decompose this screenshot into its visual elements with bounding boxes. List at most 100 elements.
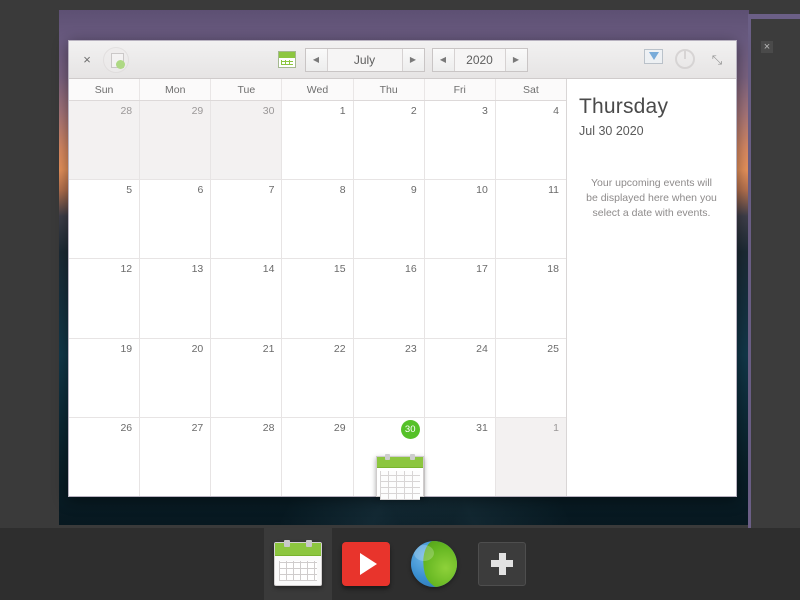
dock-item-browser[interactable] [400,528,468,600]
close-icon[interactable]: × [77,50,97,70]
calendar-week-row: 19 20 21 22 23 24 25 [69,338,566,418]
calendar-day-cell[interactable]: 18 [495,259,566,338]
calendar-day-number: 18 [547,263,559,276]
expand-icon[interactable]: ⤡ [706,49,728,71]
dock-item-calendar[interactable] [264,528,332,600]
calendar-day-cell[interactable]: 30 [211,101,283,180]
calendar-day-cell[interactable]: 11 [495,180,566,259]
calendar-day-number: 17 [476,263,488,276]
calendar-day-number: 12 [120,263,133,276]
calendar-day-cell[interactable]: 8 [282,180,354,259]
power-icon[interactable] [675,48,697,71]
calendar-body: Sun Mon Tue Wed Thu Fri Sat 28 29 30 1 2 3 4 5 6 7 8 9 10 1… [69,79,736,497]
dragged-icon-header [377,454,423,468]
next-year-button[interactable]: ▶ [504,48,527,71]
calendar-day-cell[interactable]: 24 [424,338,496,417]
weekday-header-thu: Thu [354,79,425,100]
prev-month-button[interactable]: ◀ [305,48,328,71]
calendar-day-cell[interactable]: 20 [140,338,212,417]
calendar-day-cell[interactable]: 6 [140,180,212,259]
import-icon[interactable] [644,48,666,71]
calendar-icon [274,540,322,586]
calendar-week-row: 26 27 28 29 30 31 1 [69,417,566,497]
year-value[interactable]: 2020 [454,48,505,71]
calendar-day-number: 24 [476,342,488,355]
play-icon [342,542,390,586]
background-window-close-button[interactable]: × [761,41,773,53]
calendar-day-number: 9 [410,184,417,197]
weekday-header-sat: Sat [523,83,539,96]
calendar-day-cell[interactable]: 5 [69,180,141,259]
calendar-day-number: 4 [553,105,559,117]
calendar-day-number: 21 [262,342,275,355]
calendar-day-number: 29 [191,105,204,117]
calendar-status-icon[interactable] [103,46,129,73]
calendar-day-cell[interactable]: 13 [140,259,212,338]
calendar-week-row: 5 6 7 8 9 10 11 [69,180,566,260]
calendar-day-cell[interactable]: 7 [211,180,283,259]
calendar-day-cell[interactable]: 14 [211,259,283,338]
calendar-titlebar: × ◀ July ▶ ◀ 2020 ▶ ⤡ [69,41,736,79]
calendar-day-cell[interactable]: 28 [211,417,283,497]
titlebar-actions: ⤡ [644,48,728,71]
calendar-day-cell[interactable]: 16 [353,259,425,338]
no-events-message: Your upcoming events will be displayed h… [586,177,717,220]
calendar-day-number: 10 [476,184,488,197]
calendar-day-cell[interactable]: 25 [495,338,566,417]
calendar-day-number: 25 [547,342,559,355]
calendar-day-cell[interactable]: 19 [69,338,141,417]
calendar-day-cell[interactable]: 2 [353,101,425,180]
calendar-day-cell[interactable]: 29 [140,101,212,180]
calendar-day-cell[interactable]: 27 [140,417,212,497]
calendar-day-cell[interactable]: 10 [424,180,496,259]
dragged-icon-grid [380,471,420,500]
calendar-day-number: 3 [482,105,488,117]
background-window[interactable]: × [748,14,800,529]
year-spinner[interactable]: ◀ 2020 ▶ [431,47,528,72]
calendar-day-cell[interactable]: 17 [424,259,496,338]
month-value[interactable]: July [327,48,402,71]
calendar-week-row: 28 29 30 1 2 3 4 [69,101,566,181]
calendar-mini-icon [277,51,296,68]
weekday-header-mon: Mon [140,79,212,100]
calendar-day-number: 19 [120,342,133,355]
weekday-header-wed: Wed [282,79,354,100]
calendar-grid-pane: Sun Mon Tue Wed Thu Fri Sat 28 29 30 1 2 3 4 5 6 7 8 9 10 1… [69,79,567,497]
calendar-day-cell[interactable]: 12 [69,259,141,338]
calendar-day-cell[interactable]: 3 [424,101,496,180]
calendar-day-cell[interactable]: 26 [69,417,141,497]
calendar-day-cell[interactable]: 4 [495,101,566,180]
calendar-day-cell[interactable]: 1 [282,101,354,180]
calendar-day-number: 8 [339,184,346,197]
month-spinner[interactable]: ◀ July ▶ [304,47,425,72]
dock-item-add[interactable] [468,528,536,600]
event-side-panel: Thursday Jul 30 2020 Your upcoming event… [567,79,736,496]
calendar-day-number: 5 [126,184,133,197]
calendar-day-cell[interactable]: 23 [353,338,425,417]
calendar-day-number: 6 [197,184,204,197]
calendar-day-number: 13 [191,263,204,276]
calendar-day-cell[interactable]: 21 [211,338,283,417]
calendar-day-number: 29 [333,421,346,434]
calendar-day-cell[interactable]: 22 [282,338,354,417]
calendar-day-number: 11 [548,184,559,197]
calendar-day-number: 31 [476,421,488,434]
calendar-day-cell[interactable]: 29 [282,417,354,497]
calendar-day-number: 23 [405,342,417,355]
calendar-day-number: 15 [333,263,346,276]
application-dock [0,528,800,600]
calendar-day-cell[interactable]: 9 [353,180,425,259]
dock-item-video[interactable] [332,528,400,600]
calendar-day-cell[interactable]: 15 [282,259,354,338]
calendar-day-number: 1 [339,105,346,117]
weekday-header-tue: Tue [211,79,283,100]
prev-year-button[interactable]: ◀ [432,48,455,71]
calendar-day-cell[interactable]: 28 [69,101,141,180]
plus-icon [478,542,526,586]
calendar-day-cell[interactable]: 1 [495,417,566,497]
next-month-button[interactable]: ▶ [401,48,424,71]
date-navigation: ◀ July ▶ ◀ 2020 ▶ [69,41,736,78]
dragged-calendar-icon[interactable] [376,454,424,500]
calendar-day-cell[interactable]: 31 [424,417,496,497]
calendar-day-number: 2 [410,105,417,117]
